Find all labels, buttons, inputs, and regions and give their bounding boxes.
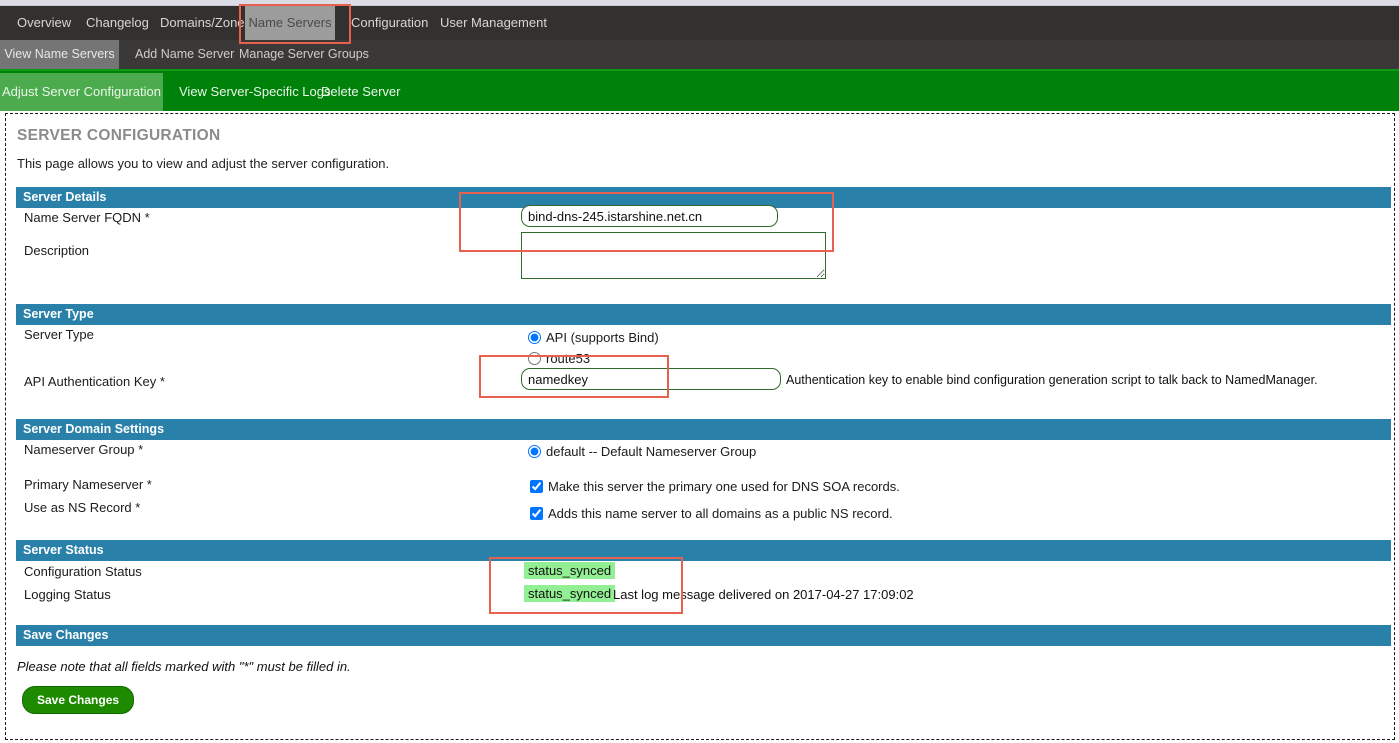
logging-status-note: Last log message delivered on 2017-04-27…: [613, 587, 914, 602]
required-fields-note: Please note that all fields marked with …: [17, 659, 351, 674]
nav-item-user-management[interactable]: User Management: [429, 6, 558, 40]
radio-default-nameserver-group[interactable]: [528, 445, 541, 458]
section-header-server-domain-settings: Server Domain Settings: [16, 419, 1391, 440]
primary-navigation: Overview Changelog Domains/Zones Name Se…: [0, 6, 1399, 40]
section-header-server-status: Server Status: [16, 540, 1391, 561]
secondary-navigation: View Name Servers Add Name Server Manage…: [0, 40, 1399, 69]
api-authentication-key-hint: Authentication key to enable bind config…: [786, 373, 1318, 387]
nav-item-name-servers[interactable]: Name Servers: [245, 6, 335, 40]
name-server-fqdn-input[interactable]: [521, 205, 778, 227]
radio-option-api-supports-bind[interactable]: API (supports Bind): [528, 330, 659, 345]
label-use-as-ns-record: Use as NS Record *: [24, 500, 141, 515]
radio-label-api-supports-bind: API (supports Bind): [546, 330, 659, 345]
checkbox-ns-record[interactable]: [530, 507, 543, 520]
app-root: Overview Changelog Domains/Zones Name Se…: [0, 0, 1399, 743]
action-adjust-server-configuration[interactable]: Adjust Server Configuration: [0, 73, 163, 111]
page-intro: This page allows you to view and adjust …: [17, 156, 390, 171]
save-changes-button[interactable]: Save Changes: [22, 686, 135, 714]
radio-api-supports-bind[interactable]: [528, 331, 541, 344]
checkbox-label-primary-nameserver: Make this server the primary one used fo…: [548, 479, 900, 494]
section-header-server-type: Server Type: [16, 304, 1391, 325]
label-api-authentication-key: API Authentication Key *: [24, 374, 165, 389]
label-nameserver-group: Nameserver Group *: [24, 442, 144, 457]
checkbox-label-ns-record: Adds this name server to all domains as …: [548, 506, 893, 521]
checkbox-primary-nameserver[interactable]: [530, 480, 543, 493]
label-name-server-fqdn: Name Server FQDN *: [24, 210, 150, 225]
radio-option-route53[interactable]: route53: [528, 351, 590, 366]
radio-label-route53: route53: [546, 351, 591, 366]
nav-item-overview[interactable]: Overview: [6, 6, 82, 40]
action-bar: Adjust Server Configuration View Server-…: [0, 69, 1399, 111]
label-primary-nameserver: Primary Nameserver *: [24, 477, 152, 492]
subnav-item-view-name-servers[interactable]: View Name Servers: [0, 40, 119, 69]
nav-item-configuration[interactable]: Configuration: [340, 6, 439, 40]
content-area: SERVER CONFIGURATION This page allows yo…: [5, 113, 1395, 740]
radio-option-default-nameserver-group[interactable]: default -- Default Nameserver Group: [528, 444, 756, 459]
section-header-save-changes: Save Changes: [16, 625, 1391, 646]
api-authentication-key-input[interactable]: [521, 368, 781, 390]
page-title: SERVER CONFIGURATION: [17, 127, 221, 144]
label-configuration-status: Configuration Status: [24, 564, 142, 579]
checkbox-option-primary-nameserver[interactable]: Make this server the primary one used fo…: [530, 479, 900, 494]
radio-label-default-nameserver-group: default -- Default Nameserver Group: [546, 444, 757, 459]
logging-status-badge: status_synced: [524, 585, 616, 602]
label-description: Description: [24, 243, 90, 258]
action-delete-server[interactable]: Delete Server: [309, 73, 412, 111]
subnav-item-manage-server-groups[interactable]: Manage Server Groups: [228, 40, 380, 69]
label-logging-status: Logging Status: [24, 587, 111, 602]
label-server-type: Server Type: [24, 327, 94, 342]
checkbox-option-ns-record[interactable]: Adds this name server to all domains as …: [530, 506, 893, 521]
radio-route53[interactable]: [528, 352, 541, 365]
nav-item-changelog[interactable]: Changelog: [75, 6, 160, 40]
description-textarea[interactable]: [521, 232, 826, 279]
configuration-status-badge: status_synced: [524, 562, 616, 579]
